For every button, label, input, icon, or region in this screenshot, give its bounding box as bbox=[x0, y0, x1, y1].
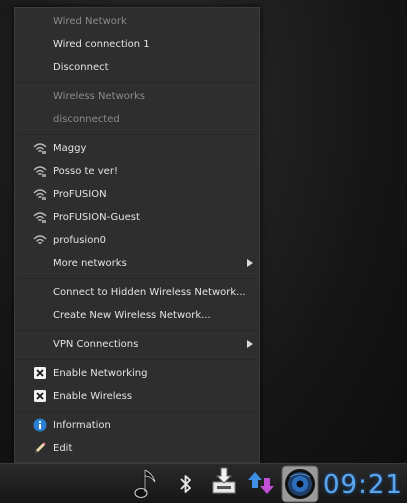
separator bbox=[17, 278, 257, 279]
wifi-signal-icon bbox=[33, 235, 47, 244]
wifi-signal-icon bbox=[33, 143, 47, 154]
network-item-profusion0[interactable]: profusion0 bbox=[15, 230, 259, 250]
create-new-network-item[interactable]: Create New Wireless Network... bbox=[15, 305, 259, 325]
clock[interactable]: 09:21 bbox=[323, 468, 407, 502]
enable-wireless-toggle[interactable]: Enable Wireless bbox=[15, 386, 259, 406]
checkbox-x-icon bbox=[34, 390, 46, 402]
wireless-status: disconnected bbox=[53, 113, 120, 125]
network-item-profusion[interactable]: ProFUSION bbox=[15, 184, 259, 204]
separator bbox=[17, 411, 257, 412]
chevron-right-icon bbox=[247, 259, 253, 267]
checkbox-x-icon bbox=[34, 367, 46, 379]
bluetooth-icon[interactable] bbox=[178, 472, 194, 496]
vpn-connections-submenu[interactable]: VPN Connections bbox=[15, 334, 259, 354]
enable-networking-toggle[interactable]: Enable Networking bbox=[15, 363, 259, 383]
separator bbox=[17, 134, 257, 135]
wired-network-header: Wired Network bbox=[53, 15, 127, 27]
download-icon[interactable] bbox=[210, 466, 238, 496]
network-transfer-icon[interactable] bbox=[246, 470, 276, 496]
edit-item[interactable]: Edit bbox=[15, 438, 259, 458]
wifi-signal-icon bbox=[33, 212, 47, 223]
information-item[interactable]: Information bbox=[15, 415, 259, 435]
connect-hidden-network-item[interactable]: Connect to Hidden Wireless Network... bbox=[15, 282, 259, 302]
info-icon bbox=[33, 418, 47, 432]
wireless-networks-header: Wireless Networks bbox=[53, 90, 145, 102]
speaker-icon[interactable] bbox=[281, 465, 319, 503]
separator bbox=[17, 82, 257, 83]
separator bbox=[17, 330, 257, 331]
music-note-icon[interactable] bbox=[133, 466, 161, 502]
pencil-icon bbox=[35, 442, 46, 453]
disconnect-item[interactable]: Disconnect bbox=[15, 57, 259, 77]
wifi-signal-icon bbox=[33, 189, 47, 200]
network-item-profusion-guest[interactable]: ProFUSION-Guest bbox=[15, 207, 259, 227]
network-menu: Wired Network Wired connection 1 Disconn… bbox=[14, 7, 260, 463]
network-item-maggy[interactable]: Maggy bbox=[15, 138, 259, 158]
wifi-signal-icon bbox=[33, 166, 47, 177]
network-item-posso-te-ver[interactable]: Posso te ver! bbox=[15, 161, 259, 181]
more-networks-submenu[interactable]: More networks bbox=[15, 253, 259, 273]
separator bbox=[17, 359, 257, 360]
chevron-right-icon bbox=[247, 340, 253, 348]
wired-connection-item[interactable]: Wired connection 1 bbox=[15, 34, 259, 54]
